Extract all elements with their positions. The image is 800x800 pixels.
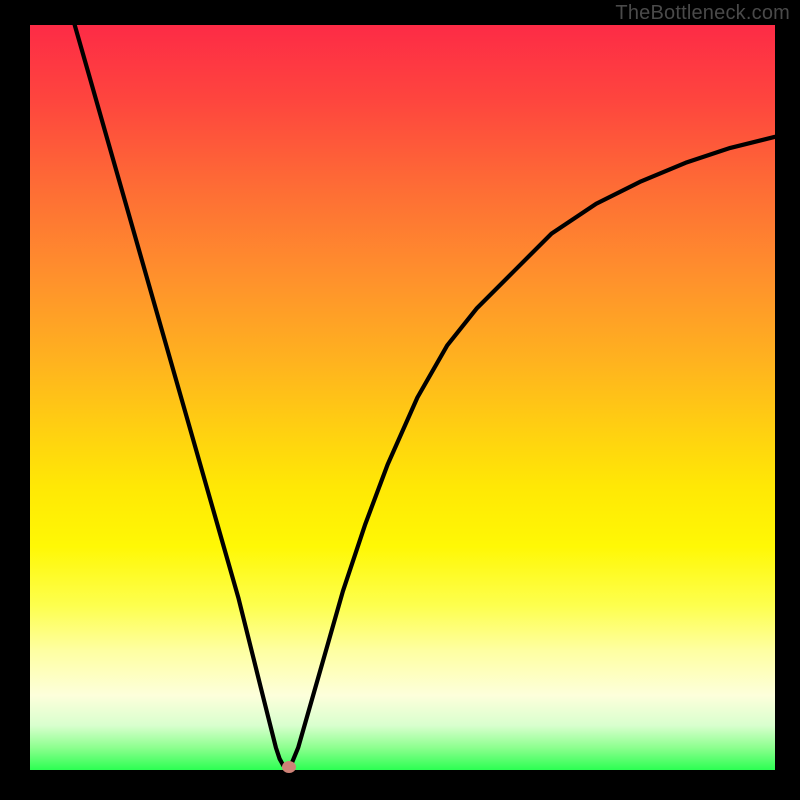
watermark-text: TheBottleneck.com: [615, 2, 790, 25]
optimum-marker: [282, 761, 296, 773]
bottleneck-curve: [30, 25, 775, 770]
chart-frame: TheBottleneck.com: [0, 0, 800, 800]
plot-area: [30, 25, 775, 770]
